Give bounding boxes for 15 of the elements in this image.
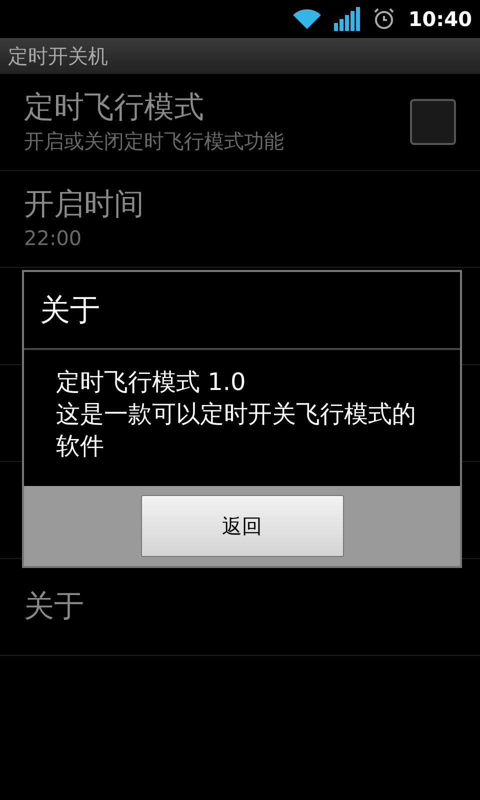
checkbox[interactable]	[410, 99, 456, 145]
dialog-title: 关于	[40, 292, 100, 330]
signal-icon	[334, 7, 360, 31]
wifi-icon	[292, 8, 322, 30]
clock: 10:40	[408, 6, 472, 33]
setting-title: 关于	[24, 588, 85, 626]
app-title: 定时开关机	[8, 43, 108, 70]
setting-summary: 22:00	[24, 225, 83, 252]
alarm-icon	[372, 7, 396, 31]
dialog-message: 这是一款可以定时开关飞行模式的软件	[56, 399, 417, 462]
setting-summary: 开启或关闭定时飞行模式功能	[24, 128, 285, 155]
back-button[interactable]: 返回	[140, 495, 344, 557]
dialog-message: 定时飞行模式 1.0	[56, 367, 247, 398]
setting-title: 开启时间	[24, 186, 145, 224]
setting-title: 定时飞行模式	[24, 89, 205, 127]
